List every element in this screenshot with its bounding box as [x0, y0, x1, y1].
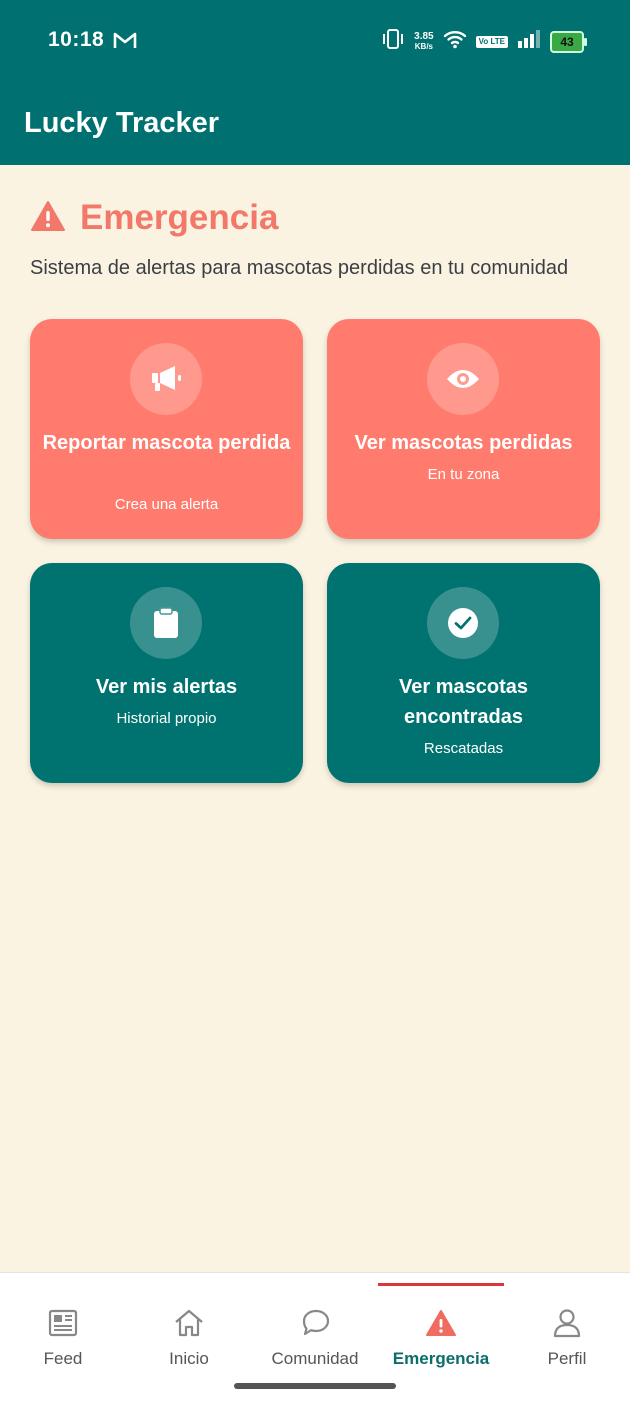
page-subtitle: Sistema de alertas para mascotas perdida… — [30, 257, 569, 279]
app-bar: Lucky Tracker — [0, 80, 630, 165]
view-lost-pets-card[interactable]: Ver mascotas perdidas En tu zona — [327, 319, 600, 539]
network-speed-unit: KB/s — [414, 41, 433, 51]
home-gesture-handle[interactable] — [234, 1383, 396, 1389]
network-speed-value: 3.85 — [414, 30, 434, 42]
card-subtitle: En tu zona — [427, 466, 500, 483]
megaphone-icon — [130, 343, 202, 415]
home-icon — [173, 1307, 205, 1339]
nav-item-comunidad[interactable]: Comunidad — [252, 1273, 378, 1373]
eye-icon — [427, 343, 499, 415]
found-pets-card[interactable]: Ver mascotas encontradas Rescatadas — [327, 563, 600, 783]
volte-badge: Vo LTE — [475, 35, 508, 48]
my-alerts-card[interactable]: Ver mis alertas Historial propio — [30, 563, 303, 783]
person-icon — [551, 1307, 583, 1339]
nav-item-perfil[interactable]: Perfil — [504, 1273, 630, 1373]
wifi-icon — [443, 29, 467, 54]
warning-icon — [30, 200, 66, 237]
battery-level: 43 — [560, 34, 574, 49]
signal-icon — [517, 29, 541, 54]
status-bar: 10:18 3.85 KB/s Vo LTE 43 — [0, 0, 630, 80]
clipboard-icon — [130, 587, 202, 659]
nav-item-feed[interactable]: Feed — [0, 1273, 126, 1373]
nav-label: Comunidad — [271, 1349, 359, 1368]
nav-item-emergencia[interactable]: Emergencia — [378, 1273, 504, 1373]
card-subtitle: Crea una alerta — [114, 496, 219, 513]
vibrate-icon — [381, 28, 405, 55]
chat-bubble-icon — [299, 1307, 331, 1339]
card-subtitle: Historial propio — [116, 710, 217, 727]
card-title: Reportar mascota perdida — [42, 432, 291, 454]
nav-label: Emergencia — [392, 1349, 490, 1368]
gmail-icon — [113, 30, 137, 55]
status-time: 10:18 — [48, 28, 105, 51]
nav-label: Perfil — [547, 1349, 587, 1368]
card-title: Ver mis alertas — [95, 676, 238, 698]
card-title: Ver mascotas encontradas — [399, 676, 528, 728]
network-speed: 3.85 KB/s — [414, 30, 434, 52]
check-circle-icon — [427, 587, 499, 659]
report-lost-pet-card[interactable]: Reportar mascota perdida Crea una alerta — [30, 319, 303, 539]
card-subtitle: Rescatadas — [423, 740, 504, 757]
page-title: Emergencia — [80, 198, 279, 237]
bottom-nav: Feed Inicio Comunidad Emergencia Perfil — [0, 1272, 630, 1401]
battery-charging-icon: 43 — [550, 30, 587, 53]
newspaper-icon — [47, 1307, 79, 1339]
nav-label: Inicio — [169, 1349, 209, 1368]
app-title: Lucky Tracker — [24, 107, 220, 139]
page-header: Emergencia — [30, 198, 278, 238]
nav-label: Feed — [43, 1349, 83, 1368]
nav-item-inicio[interactable]: Inicio — [126, 1273, 252, 1373]
warning-icon — [425, 1307, 457, 1339]
card-title: Ver mascotas perdidas — [354, 432, 573, 454]
